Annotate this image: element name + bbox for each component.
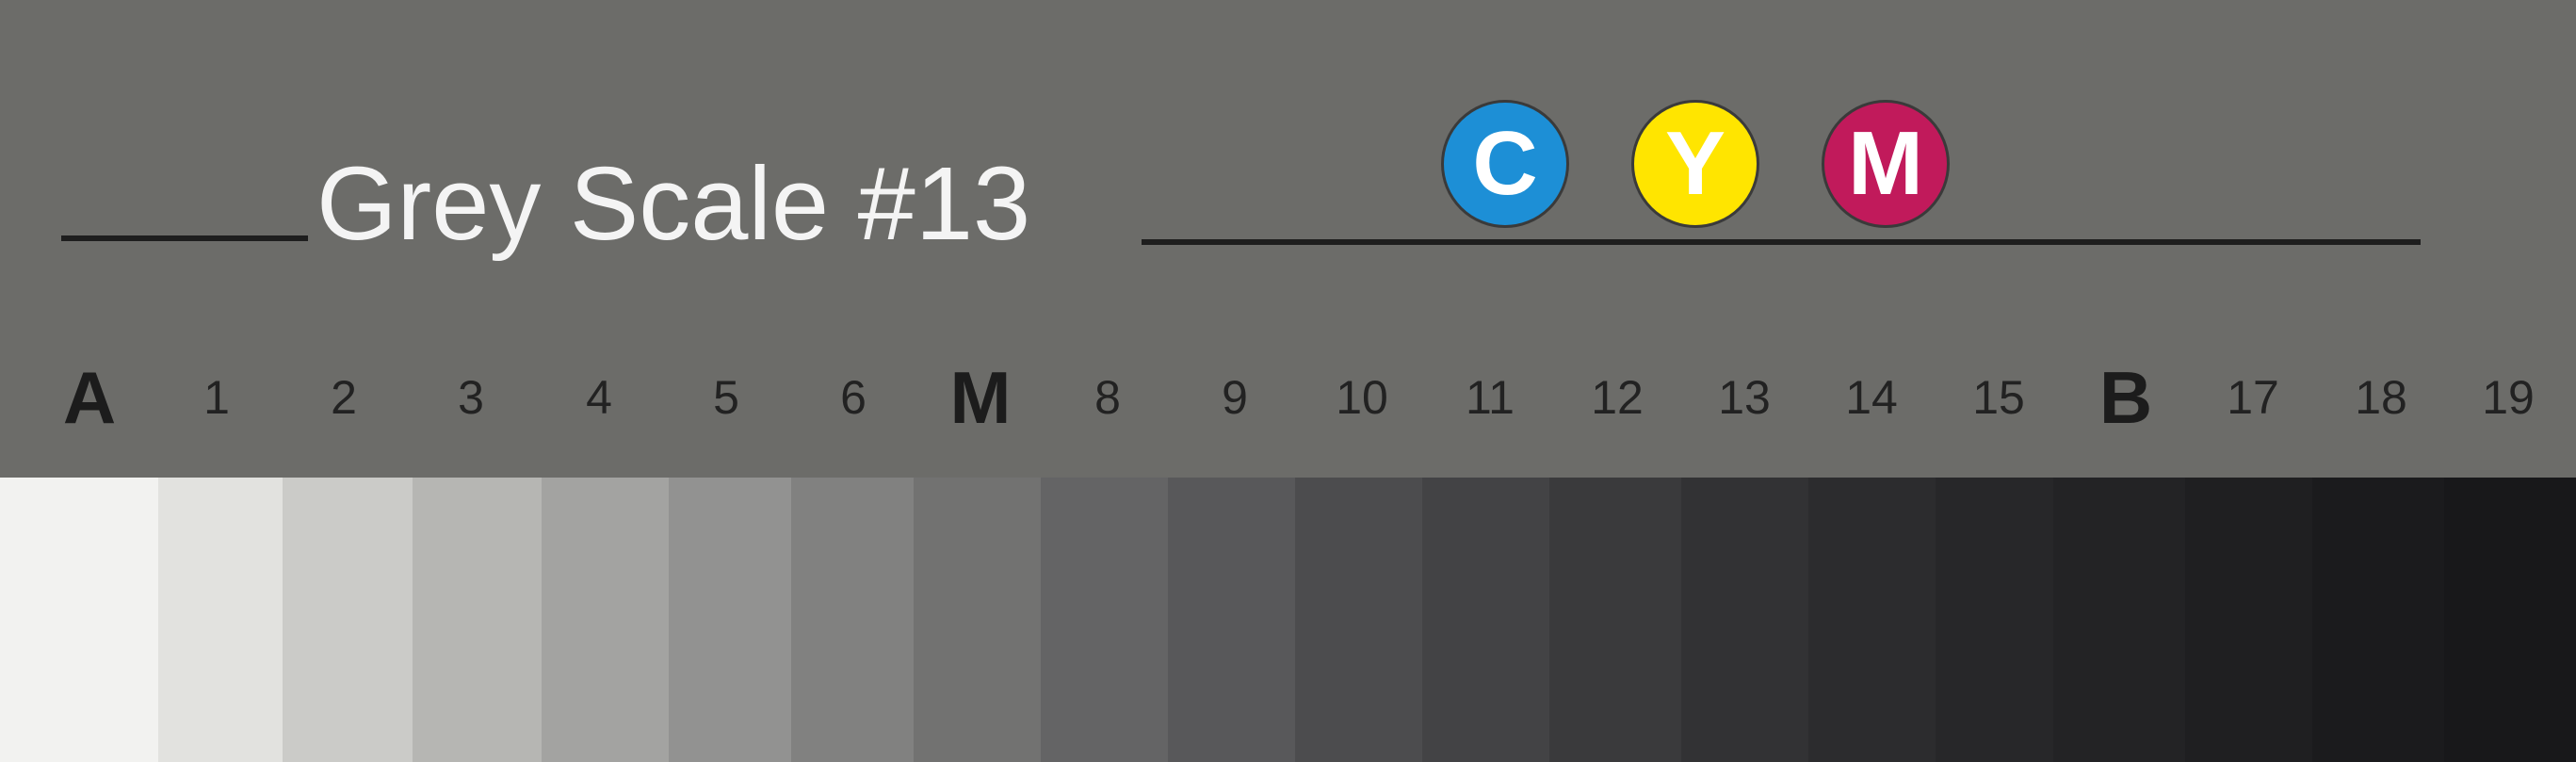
- title-rule-right: [1142, 239, 2421, 245]
- grey-scale-card: Grey Scale #13 CYM A 1 2 3 4 5 6 M 8 9 10 11 12 13 14 1…: [0, 0, 2576, 762]
- grey-patch-13: [1681, 478, 1808, 762]
- patch-label-6: 6: [840, 371, 867, 424]
- grey-patch-19: [2444, 478, 2576, 762]
- patch-label-14: 14: [1845, 371, 1898, 424]
- patch-label-18: 18: [2355, 371, 2407, 424]
- grey-patch-17: [2185, 478, 2312, 762]
- grey-patch-8: [1041, 478, 1168, 762]
- patch-label-1: 1: [203, 371, 230, 424]
- patch-label-4: 4: [586, 371, 612, 424]
- patch-label-19: 19: [2482, 371, 2535, 424]
- patch-label-12: 12: [1591, 371, 1644, 424]
- patch-label-5: 5: [713, 371, 739, 424]
- patch-label-8: 8: [1094, 371, 1121, 424]
- grey-patch-10: [1295, 478, 1422, 762]
- grey-patch-9: [1168, 478, 1295, 762]
- patch-label-a: A: [62, 355, 117, 439]
- grey-patch-4: [542, 478, 669, 762]
- card-title: Grey Scale #13: [316, 146, 1031, 262]
- grey-patch-strip: [0, 478, 2576, 762]
- patch-label-10: 10: [1336, 371, 1388, 424]
- patch-label-13: 13: [1718, 371, 1771, 424]
- patch-label-11: 11: [1466, 371, 1515, 424]
- grey-patch-a: [0, 478, 158, 762]
- grey-patch-m: [914, 478, 1041, 762]
- grey-patch-12: [1549, 478, 1681, 762]
- patch-label-17: 17: [2227, 371, 2279, 424]
- grey-patch-15: [1936, 478, 2053, 762]
- patch-label-9: 9: [1222, 371, 1248, 424]
- grey-patch-3: [413, 478, 542, 762]
- cym-dot-y: Y: [1631, 100, 1759, 228]
- grey-patch-6: [791, 478, 914, 762]
- cym-dot-m: M: [1822, 100, 1950, 228]
- patch-label-3: 3: [458, 371, 484, 424]
- grey-patch-18: [2312, 478, 2444, 762]
- grey-patch-5: [669, 478, 791, 762]
- patch-labels-row: A 1 2 3 4 5 6 M 8 9 10 11 12 13 14 15 B 17 18 19: [0, 350, 2576, 445]
- grey-patch-b: [2053, 478, 2185, 762]
- grey-patch-14: [1808, 478, 1936, 762]
- patch-label-b: B: [2098, 355, 2153, 439]
- grey-patch-2: [283, 478, 413, 762]
- grey-patch-11: [1422, 478, 1549, 762]
- grey-patch-1: [158, 478, 283, 762]
- patch-label-m: M: [949, 355, 1012, 439]
- title-rule-left: [61, 235, 308, 241]
- patch-label-2: 2: [331, 371, 357, 424]
- cym-dot-c: C: [1441, 100, 1569, 228]
- patch-label-15: 15: [1972, 371, 2025, 424]
